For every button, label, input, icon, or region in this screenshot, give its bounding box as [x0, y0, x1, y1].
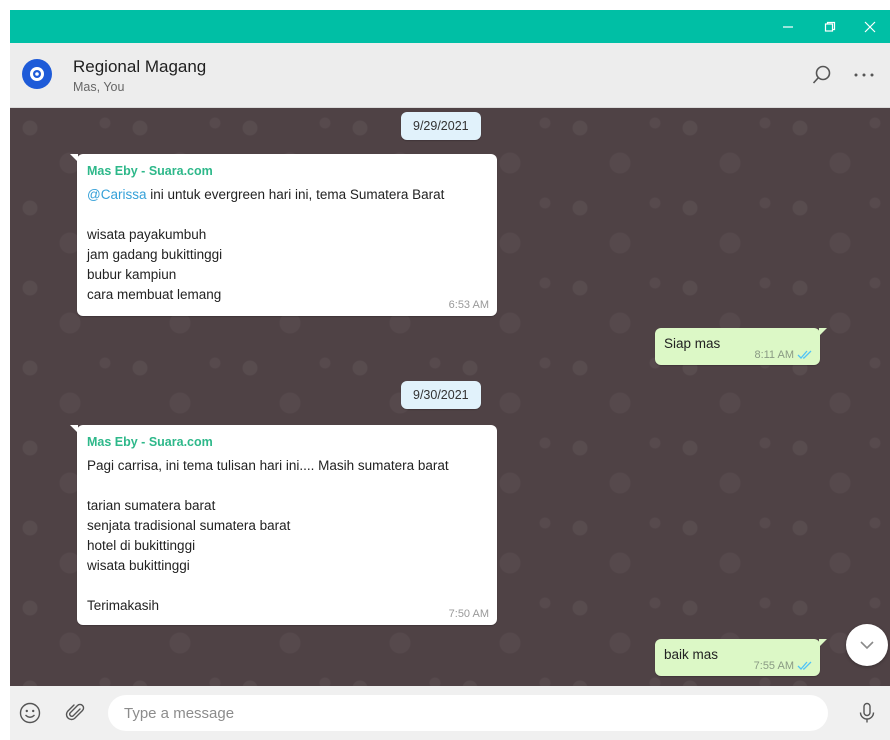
message-line: wisata bukittinggi [87, 558, 190, 573]
message-line: cara membuat lemang [87, 287, 222, 302]
message-input[interactable] [108, 695, 828, 731]
double-check-icon [797, 350, 812, 359]
message-time: 7:55 AM [753, 660, 794, 672]
restore-button[interactable] [810, 10, 850, 43]
message-meta: 8:11 AM [754, 349, 813, 361]
message-text: baik mas [664, 647, 719, 662]
scroll-to-bottom-button[interactable] [846, 624, 888, 666]
incoming-message[interactable]: Mas Eby - Suara.com @Carissa ini untuk e… [70, 154, 497, 316]
window-titlebar [10, 10, 890, 43]
date-divider: 9/29/2021 [401, 112, 481, 140]
emoji-icon [19, 702, 41, 724]
outgoing-message[interactable]: Siap mas 8:11 AM [655, 328, 827, 365]
emoji-button[interactable] [16, 699, 44, 727]
message-line: hotel di bukittinggi [87, 538, 196, 553]
attach-button[interactable] [62, 699, 90, 727]
group-logo-icon [30, 67, 44, 81]
search-button[interactable] [808, 61, 836, 89]
close-button[interactable] [850, 10, 890, 43]
sender-name: Mas Eby - Suara.com [87, 435, 213, 449]
message-time: 8:11 AM [754, 349, 794, 361]
message-text: Siap mas [664, 336, 721, 351]
message-line: jam gadang bukittinggi [87, 247, 223, 262]
mention-link[interactable]: @Carissa [87, 187, 146, 202]
restore-icon [824, 21, 836, 32]
chat-messages[interactable]: 9/29/2021 Mas Eby - Suara.com @Carissa i… [10, 108, 890, 686]
message-line: Pagi carrisa, ini tema tulisan hari ini.… [87, 458, 449, 473]
message-line: wisata payakumbuh [87, 227, 207, 242]
message-line: senjata tradisional sumatera barat [87, 518, 291, 533]
message-time: 7:50 AM [448, 608, 489, 620]
date-divider: 9/30/2021 [401, 381, 481, 409]
chevron-down-icon [860, 641, 874, 650]
message-time: 6:53 AM [448, 299, 489, 311]
incoming-message[interactable]: Mas Eby - Suara.com Pagi carrisa, ini te… [70, 425, 497, 625]
message-text: ini untuk evergreen hari ini, tema Sumat… [146, 187, 445, 202]
chat-header: Regional Magang Mas, You [10, 43, 890, 108]
voice-message-button[interactable] [853, 699, 881, 727]
message-line: tarian sumatera barat [87, 498, 216, 513]
group-avatar[interactable] [22, 59, 52, 89]
message-meta: 7:55 AM [754, 660, 813, 672]
double-check-icon [797, 661, 812, 670]
minimize-icon [783, 25, 793, 28]
message-line: Terimakasih [87, 598, 160, 613]
microphone-icon [859, 702, 875, 723]
close-icon [864, 21, 876, 32]
menu-button[interactable] [850, 61, 878, 89]
more-horizontal-icon [854, 73, 874, 77]
sender-name: Mas Eby - Suara.com [87, 164, 213, 178]
outgoing-message[interactable]: baik mas 7:55 AM [655, 639, 827, 676]
minimize-button[interactable] [768, 10, 808, 43]
message-line: @Carissa ini untuk evergreen hari ini, t… [87, 187, 444, 202]
paperclip-icon [65, 703, 85, 721]
message-line: bubur kampiun [87, 267, 177, 282]
chat-title[interactable]: Regional Magang [73, 57, 206, 77]
message-composer [10, 686, 890, 740]
search-icon [812, 65, 831, 84]
chat-participants: Mas, You [73, 80, 125, 94]
